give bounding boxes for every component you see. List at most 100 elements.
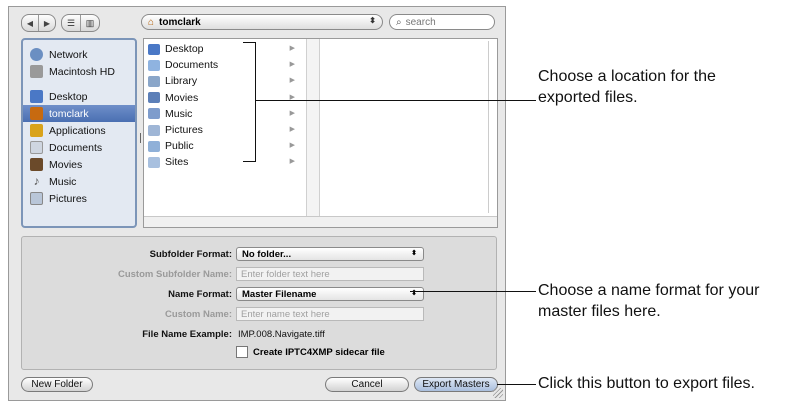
column-view-button[interactable]: ▥ <box>81 15 99 31</box>
file-name-example-value: IMP.008.Navigate.tiff <box>238 328 325 340</box>
sidebar-item-tomclark[interactable]: tomclark <box>23 105 135 122</box>
custom-subfolder-row: Custom Subfolder Name: <box>22 267 424 281</box>
name-format-value: Master Filename <box>242 288 317 300</box>
location-callout-line2: exported files. <box>538 89 638 106</box>
sidebar-item-label: Network <box>49 48 88 61</box>
documents-icon <box>30 141 43 154</box>
sidebar: Network Macintosh HD Desktop tomclark Ap… <box>21 38 137 228</box>
horizontal-scrollbar[interactable] <box>144 216 497 227</box>
magnifier-icon: ⌕ <box>396 16 402 28</box>
pictures-folder-icon <box>148 124 160 136</box>
sidebar-item-desktop[interactable]: Desktop <box>23 88 135 105</box>
sidebar-item-label: tomclark <box>49 107 89 120</box>
home-icon: ⌂ <box>148 16 155 28</box>
name-format-row: Name Format: Master Filename ⬍ <box>22 287 424 301</box>
search-field[interactable]: ⌕ <box>389 14 495 30</box>
subfolder-format-value: No folder... <box>242 248 292 260</box>
folder-list-bracket <box>243 42 256 162</box>
pictures-icon <box>30 192 43 205</box>
sidebar-item-music[interactable]: ♪ Music <box>23 173 135 190</box>
home-icon <box>30 107 43 120</box>
sidebar-item-network[interactable]: Network <box>23 46 135 63</box>
browser-item-label: Documents <box>165 59 219 72</box>
network-icon <box>30 48 43 61</box>
new-folder-button[interactable]: New Folder <box>21 377 93 392</box>
forward-button[interactable]: ▶ <box>39 15 55 31</box>
sidebar-item-label: Movies <box>49 158 83 171</box>
sidecar-checkbox-label: Create IPTC4XMP sidecar file <box>253 346 385 358</box>
browser-item-documents[interactable]: Documents ▶ <box>144 57 306 73</box>
sites-folder-icon <box>148 156 160 168</box>
browser-item-movies[interactable]: Movies ▶ <box>144 90 306 106</box>
location-callout: Choose a location for the exported files… <box>538 66 716 108</box>
subfolder-format-label: Subfolder Format: <box>149 248 232 260</box>
sidebar-item-movies[interactable]: Movies <box>23 156 135 173</box>
browser-item-music[interactable]: Music ▶ <box>144 106 306 122</box>
view-mode-control: ☰ ▥ <box>61 14 100 32</box>
custom-subfolder-field[interactable] <box>236 267 424 281</box>
custom-subfolder-label: Custom Subfolder Name: <box>117 268 232 280</box>
browser-item-label: Sites <box>165 156 189 169</box>
search-input[interactable] <box>405 16 476 28</box>
name-callout-line2: master files here. <box>538 303 661 320</box>
popup-arrows-icon: ⬍ <box>411 250 417 257</box>
list-view-button[interactable]: ☰ <box>62 15 81 31</box>
sidebar-item-label: Macintosh HD <box>49 65 115 78</box>
documents-folder-icon <box>148 59 160 71</box>
sidebar-item-label: Desktop <box>49 90 88 103</box>
disclosure-arrow-icon: ▶ <box>289 158 295 166</box>
desktop-icon <box>30 90 43 103</box>
name-callout-line1: Choose a name format for your <box>538 282 760 299</box>
sidecar-checkbox[interactable] <box>236 346 248 358</box>
browser-item-public[interactable]: Public ▶ <box>144 138 306 154</box>
name-format-popup[interactable]: Master Filename ⬍ <box>236 287 424 301</box>
applications-icon <box>30 124 43 137</box>
location-popup-label: tomclark <box>159 16 201 28</box>
disclosure-arrow-icon: ▶ <box>289 61 295 69</box>
back-button[interactable]: ◀ <box>22 15 39 31</box>
name-format-callout: Choose a name format for your master fil… <box>538 280 759 322</box>
resize-grip-icon[interactable] <box>493 388 503 398</box>
back-forward-control: ◀ ▶ <box>21 14 56 32</box>
file-browser: Desktop ▶ Documents ▶ Library ▶ Movies ▶… <box>143 38 498 228</box>
browser-item-pictures[interactable]: Pictures ▶ <box>144 122 306 138</box>
disclosure-arrow-icon: ▶ <box>289 45 295 52</box>
subfolder-format-row: Subfolder Format: No folder... ⬍ <box>22 247 424 261</box>
browser-item-library[interactable]: Library ▶ <box>144 73 306 89</box>
vertical-scrollbar[interactable] <box>488 41 495 213</box>
name-callout-leader <box>410 291 536 292</box>
music-icon: ♪ <box>33 174 40 188</box>
library-folder-icon <box>148 75 160 87</box>
custom-name-label: Custom Name: <box>164 308 232 320</box>
sidebar-item-documents[interactable]: Documents <box>23 139 135 156</box>
sidebar-item-label: Music <box>49 175 77 188</box>
export-callout: Click this button to export files. <box>538 375 755 392</box>
sidebar-item-label: Applications <box>49 124 106 137</box>
browser-column-empty <box>307 39 320 217</box>
public-folder-icon <box>148 140 160 152</box>
sidebar-item-pictures[interactable]: Pictures <box>23 190 135 207</box>
browser-item-desktop[interactable]: Desktop ▶ <box>144 41 306 57</box>
browser-item-label: Pictures <box>165 124 203 137</box>
browser-item-sites[interactable]: Sites ▶ <box>144 154 306 170</box>
browser-item-label: Library <box>165 75 198 88</box>
desktop-folder-icon <box>148 43 160 55</box>
subfolder-format-popup[interactable]: No folder... ⬍ <box>236 247 424 261</box>
popup-arrows-icon: ⬍ <box>369 16 376 25</box>
export-options-panel: Subfolder Format: No folder... ⬍ Custom … <box>21 236 497 370</box>
location-popup[interactable]: ⌂ tomclark ⬍ <box>141 14 383 30</box>
custom-name-field[interactable] <box>236 307 424 321</box>
music-folder-icon <box>148 108 160 120</box>
file-name-example-label: File Name Example: <box>142 328 232 340</box>
location-callout-leader <box>255 100 536 101</box>
export-callout-leader <box>497 384 536 385</box>
cancel-button[interactable]: Cancel <box>325 377 409 392</box>
export-masters-dialog: ◀ ▶ ☰ ▥ ⌂ tomclark ⬍ ⌕ Network Macintosh… <box>8 6 506 401</box>
movies-folder-icon <box>148 92 160 104</box>
sidebar-item-macintosh-hd[interactable]: Macintosh HD <box>23 63 135 80</box>
disclosure-arrow-icon: ▶ <box>289 125 295 133</box>
location-callout-line1: Choose a location for the <box>538 68 716 85</box>
name-format-label: Name Format: <box>168 288 232 300</box>
sidebar-item-applications[interactable]: Applications <box>23 122 135 139</box>
export-masters-button[interactable]: Export Masters <box>414 377 498 392</box>
